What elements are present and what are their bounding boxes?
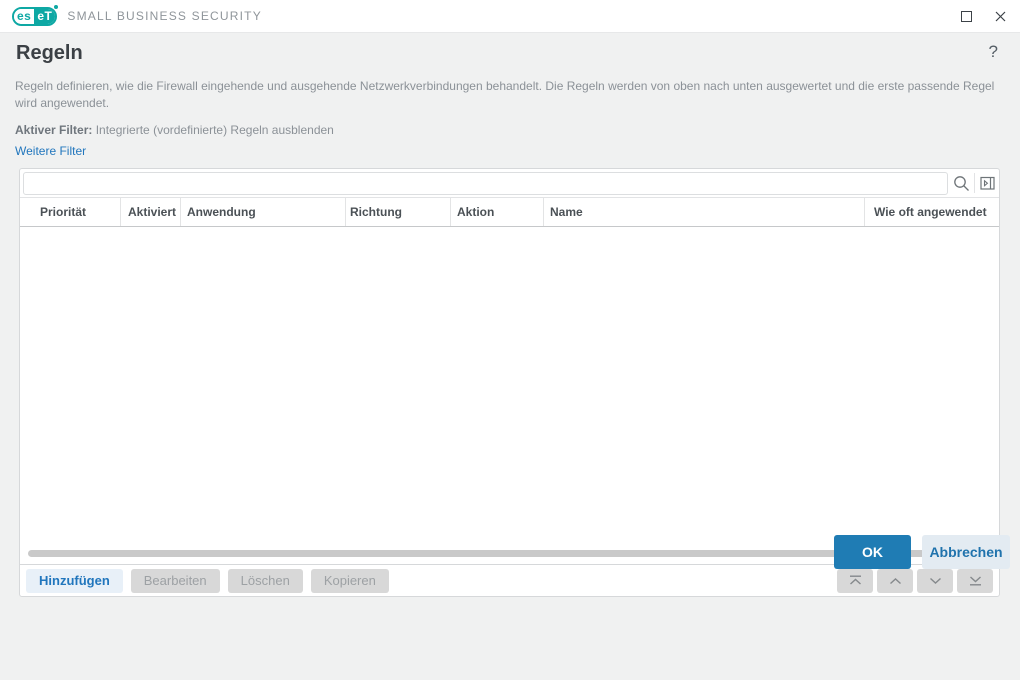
page-title: Regeln (16, 42, 83, 64)
column-header-enabled[interactable]: Aktiviert (120, 198, 180, 226)
column-header-direction[interactable]: Richtung (345, 198, 450, 226)
delete-button[interactable]: Löschen (227, 568, 303, 593)
search-toolbar (950, 169, 999, 197)
table-search-row (20, 169, 999, 198)
add-button[interactable]: Hinzufügen (26, 568, 123, 593)
column-chooser-button[interactable] (977, 172, 999, 194)
page-description: Regeln definieren, wie die Firewall eing… (15, 79, 995, 110)
move-to-bottom-button[interactable] (957, 568, 993, 593)
chevron-down-icon (928, 577, 943, 585)
table-header-row: Priorität Aktiviert Anwendung Richtung A… (20, 198, 999, 227)
window-controls (958, 8, 1008, 24)
dialog-content: Regeln ? Regeln definieren, wie die Fire… (0, 34, 1020, 680)
maximize-icon (960, 10, 972, 22)
move-to-top-icon (848, 575, 863, 586)
column-header-priority[interactable]: Priorität (20, 198, 120, 226)
active-filter-label: Aktiver Filter: (15, 123, 93, 137)
move-down-button[interactable] (917, 568, 953, 593)
eset-logo-left: es (14, 8, 35, 24)
edit-button[interactable]: Bearbeiten (130, 568, 220, 593)
close-button[interactable] (992, 8, 1008, 24)
eset-logo: es eT (12, 4, 59, 26)
copy-button[interactable]: Kopieren (310, 568, 389, 593)
search-button[interactable] (950, 172, 972, 194)
column-chooser-icon (980, 176, 996, 191)
search-input[interactable] (23, 171, 948, 195)
dialog-footer: OK Abbrechen (834, 535, 1010, 569)
active-filter-line: Aktiver Filter: Integrierte (vordefinier… (15, 123, 334, 137)
reorder-buttons (837, 568, 993, 593)
cancel-button[interactable]: Abbrechen (922, 535, 1010, 569)
move-to-top-button[interactable] (837, 568, 873, 593)
more-filters-link[interactable]: Weitere Filter (15, 144, 86, 158)
rules-table-panel: Priorität Aktiviert Anwendung Richtung A… (19, 168, 1000, 597)
close-icon (995, 11, 1006, 22)
product-name: SMALL BUSINESS SECURITY (67, 9, 262, 23)
column-header-frequency[interactable]: Wie oft angewendet (864, 198, 999, 226)
eset-logo-trademark-dot (54, 4, 59, 9)
active-filter-value: Integrierte (vordefinierte) Regeln ausbl… (95, 123, 334, 137)
horizontal-scrollbar-thumb[interactable] (28, 550, 959, 557)
column-header-application[interactable]: Anwendung (180, 198, 345, 226)
column-header-action[interactable]: Aktion (450, 198, 543, 226)
chevron-up-icon (888, 577, 903, 585)
move-up-button[interactable] (877, 568, 913, 593)
ok-button[interactable]: OK (834, 535, 911, 569)
column-header-name[interactable]: Name (543, 198, 864, 226)
table-body-empty (20, 227, 999, 550)
search-icon (953, 175, 970, 192)
maximize-button[interactable] (958, 8, 974, 24)
move-to-bottom-icon (968, 575, 983, 586)
help-icon[interactable]: ? (989, 42, 998, 62)
eset-logo-right: eT (34, 8, 56, 24)
toolbar-separator (974, 173, 975, 193)
app-title-bar: es eT SMALL BUSINESS SECURITY (0, 0, 1020, 33)
